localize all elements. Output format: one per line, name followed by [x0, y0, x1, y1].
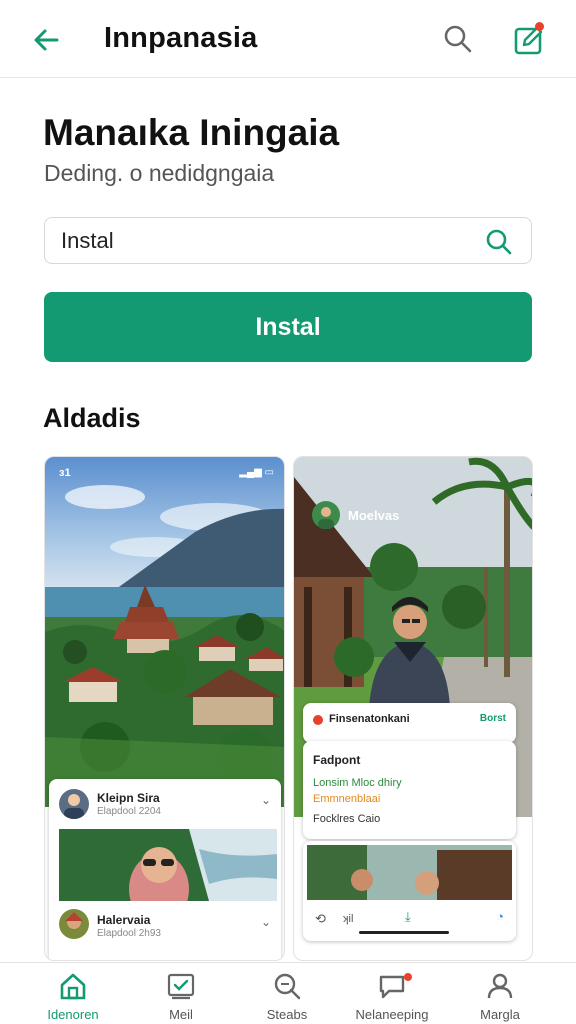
mail-check-icon [167, 973, 195, 1000]
back-button[interactable] [26, 20, 66, 60]
detail-line: Lonsim Mloc dhiry [313, 777, 402, 789]
app-developer: Deding. o nedidgngaia [44, 160, 275, 186]
detail-card[interactable]: Fadpont Lonsim Mloc dhiry Emmnenblaai Fo… [303, 741, 516, 839]
nav-label: Steabs [266, 1007, 308, 1022]
chevron-down-icon[interactable]: ⌄ [261, 915, 271, 929]
screenshots-title: Aldadis [43, 403, 141, 433]
header-title: Innpanasia [104, 22, 258, 54]
detail-line: Emmnenblaai [313, 793, 381, 805]
media-photo [307, 845, 512, 900]
share-icon[interactable]: ⟲ [315, 911, 326, 927]
nav-badge [404, 973, 412, 981]
search-input[interactable] [61, 226, 481, 256]
avatar [59, 789, 89, 819]
arrow-left-icon [34, 29, 59, 51]
edit-button[interactable] [508, 19, 550, 61]
info-action[interactable]: Borst [480, 713, 506, 724]
status-time: ɜ1 [59, 467, 71, 479]
nav-item-home[interactable]: Idenoren [23, 971, 123, 1024]
info-title: Finsenatonkani [329, 713, 410, 725]
app-header: Innpanasia [0, 0, 576, 78]
avatar [312, 501, 340, 529]
screenshot-left[interactable]: ɜ1 ▂▄▆ ▭ Kleipn Sira Elapdool 2204 ⌄ Hal… [44, 456, 285, 961]
info-card[interactable]: Finsenatonkani Borst [303, 703, 516, 743]
search-icon [444, 25, 472, 53]
home-icon [60, 973, 86, 1000]
media-card[interactable]: ʞil ⟲ ⤓ ◔ [303, 841, 516, 941]
post-date: Elapdool 2204 [97, 806, 161, 817]
nav-item-messages[interactable]: Nelaneeping [342, 971, 442, 1024]
nav-label: Nelaneeping [355, 1007, 429, 1022]
nav-label: Margla [480, 1007, 520, 1022]
status-icons: ▂▄▆ ▭ [239, 467, 274, 478]
info-dot [313, 715, 323, 725]
bottom-label: ʞil [343, 913, 354, 925]
post-photo [59, 829, 277, 901]
nav-item-profile[interactable]: Margla [450, 971, 550, 1024]
nav-label: Meil [169, 1007, 193, 1022]
post-author: Kleipn Sira [97, 791, 160, 805]
nav-label: Idenoren [47, 1007, 99, 1022]
nav-item-search[interactable]: Steabs [237, 971, 337, 1024]
profile-header[interactable]: Moelvas [312, 501, 399, 529]
search-icon[interactable] [485, 228, 513, 256]
home-indicator [359, 931, 449, 934]
post-author: Halervaia [97, 913, 151, 927]
action-icon[interactable]: ◔ [496, 909, 504, 924]
download-icon[interactable]: ⤓ [405, 909, 411, 925]
post-card[interactable]: Kleipn Sira Elapdool 2204 ⌄ Halervaia El… [49, 779, 281, 960]
avatar [59, 909, 89, 939]
chevron-down-icon[interactable]: ⌄ [261, 793, 271, 807]
install-button[interactable]: Instal [44, 292, 532, 362]
search-field[interactable] [44, 217, 532, 264]
detail-line: Focklres Caio [313, 813, 381, 825]
profile-name: Moelvas [348, 507, 400, 523]
bottom-nav: Idenoren Meil Steabs Nelaneeping Margla [0, 962, 576, 1024]
profile-icon [487, 973, 513, 999]
header-search-button[interactable] [438, 19, 478, 59]
app-name: Manaıka Iningaia [43, 112, 340, 153]
notification-dot [535, 22, 544, 31]
search-doc-icon [274, 973, 301, 1000]
nav-item-mail[interactable]: Meil [131, 971, 231, 1024]
post-date: Elapdool 2h93 [97, 928, 161, 939]
screenshot-right[interactable]: Moelvas Finsenatonkani Borst Fadpont Lon… [293, 456, 533, 961]
detail-title: Fadpont [313, 753, 361, 767]
chat-icon [379, 975, 405, 999]
